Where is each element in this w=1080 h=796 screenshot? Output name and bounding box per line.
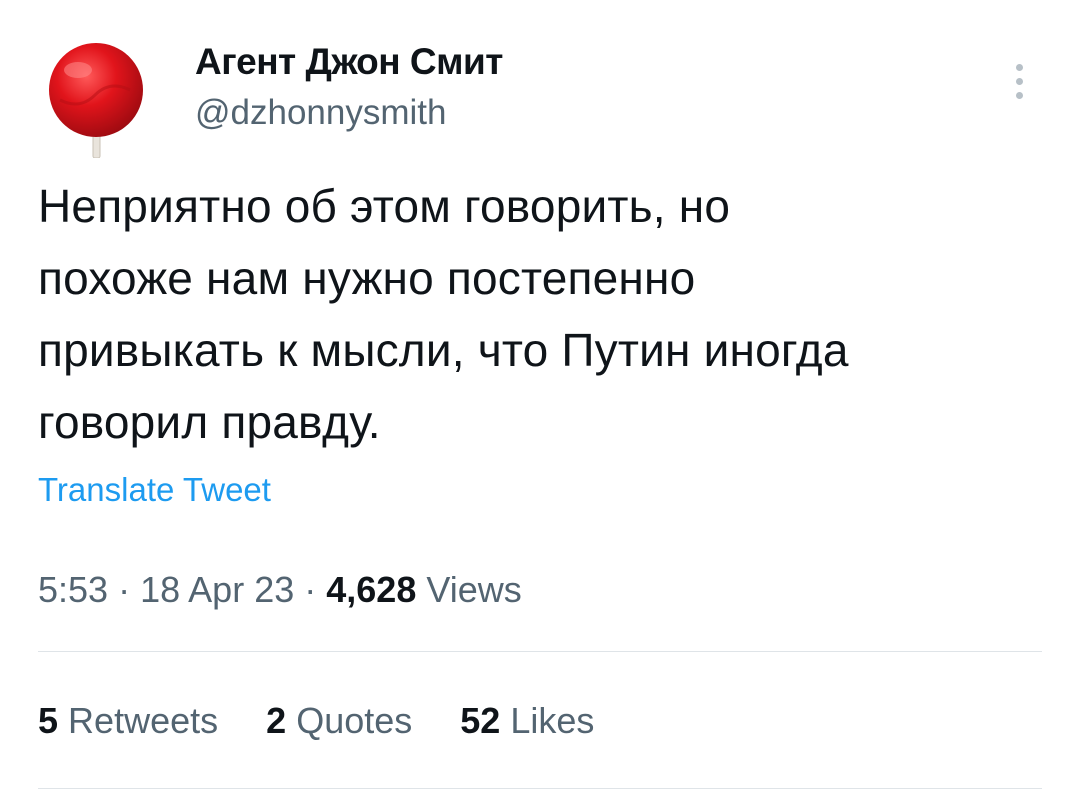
more-options-button[interactable] xyxy=(1000,50,1040,110)
author-handle[interactable]: @dzhonnysmith xyxy=(195,90,503,136)
retweets-stat[interactable]: 5 Retweets xyxy=(38,697,218,745)
translate-tweet-link[interactable]: Translate Tweet xyxy=(38,468,271,512)
tweet-time[interactable]: 5:53 xyxy=(38,569,108,610)
meta-separator: · xyxy=(118,569,131,610)
divider xyxy=(38,788,1042,789)
tweet-text: Неприятно об этом говорить, но похоже на… xyxy=(38,180,849,448)
quotes-label: Quotes xyxy=(296,700,413,741)
divider xyxy=(38,651,1042,652)
avatar[interactable] xyxy=(40,40,158,158)
tweet-header: Агент Джон Смит @dzhonnysmith xyxy=(40,36,1040,158)
retweets-count: 5 xyxy=(38,700,59,741)
quotes-count: 2 xyxy=(266,700,287,741)
quotes-stat[interactable]: 2 Quotes xyxy=(266,697,412,745)
likes-label: Likes xyxy=(510,700,595,741)
meta-separator: · xyxy=(304,569,317,610)
tweet-meta: 5:53 · 18 Apr 23 · 4,628 Views xyxy=(38,566,522,614)
views-count: 4,628 xyxy=(326,569,417,610)
author-display-name[interactable]: Агент Джон Смит xyxy=(195,38,503,86)
retweets-label: Retweets xyxy=(68,700,219,741)
views-label: Views xyxy=(426,569,522,610)
tweet-date[interactable]: 18 Apr 23 xyxy=(140,569,294,610)
likes-stat[interactable]: 52 Likes xyxy=(460,697,594,745)
author-names: Агент Джон Смит @dzhonnysmith xyxy=(195,38,503,136)
tweet-stats: 5 Retweets 2 Quotes 52 Likes xyxy=(38,697,632,745)
red-lollipop-avatar-icon xyxy=(49,43,143,158)
likes-count: 52 xyxy=(460,700,501,741)
